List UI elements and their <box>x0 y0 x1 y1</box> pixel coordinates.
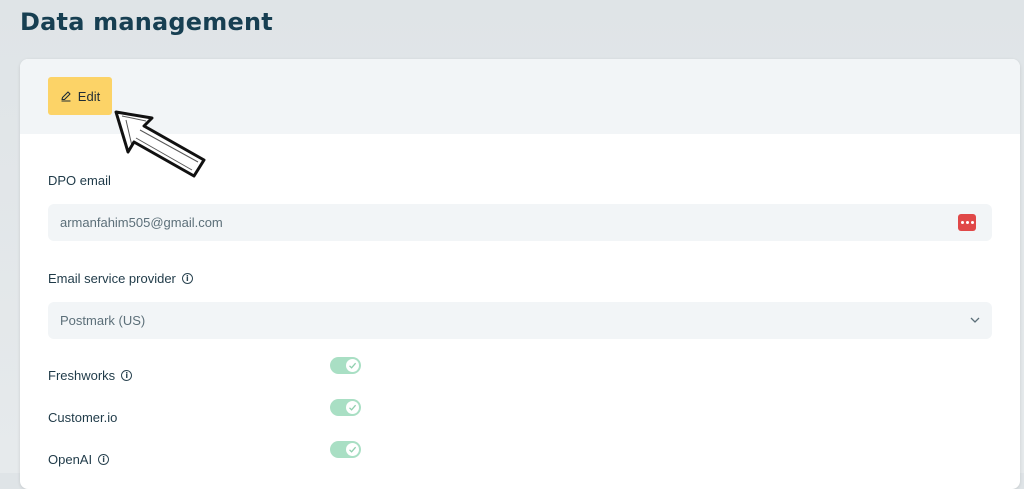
arrow-icon <box>114 110 206 178</box>
edit-button-label: Edit <box>77 88 101 104</box>
dpo-email-label-text: DPO email <box>48 173 111 188</box>
page-title: Data management <box>20 8 273 36</box>
dots-badge-icon[interactable] <box>958 214 976 231</box>
dpo-email-field[interactable]: armanfahim505@gmail.com <box>48 204 992 241</box>
email-provider-label-text: Email service provider <box>48 271 176 286</box>
pencil-icon <box>61 91 71 102</box>
toggle-customerio[interactable] <box>330 399 361 416</box>
check-icon <box>346 443 359 456</box>
info-icon[interactable]: i <box>181 273 193 284</box>
integration-label-text: Freshworks <box>48 368 116 383</box>
integration-label-text: Customer.io <box>48 410 118 425</box>
toggle-freshworks[interactable] <box>330 357 361 374</box>
integration-label-customerio: Customer.io <box>48 410 117 425</box>
chevron-down-icon <box>970 317 980 323</box>
integration-label-openai: OpenAI i <box>48 452 110 467</box>
check-icon <box>346 401 359 414</box>
dpo-email-value: armanfahim505@gmail.com <box>60 215 223 230</box>
email-provider-value: Postmark (US) <box>60 313 146 328</box>
email-provider-label: Email service provider i <box>48 271 193 286</box>
info-icon[interactable]: i <box>121 370 133 381</box>
edit-button[interactable]: Edit <box>48 77 112 115</box>
integration-label-text: OpenAI <box>48 452 93 467</box>
check-icon <box>346 359 359 372</box>
email-provider-select[interactable]: Postmark (US) <box>48 302 992 339</box>
info-icon[interactable]: i <box>98 454 110 465</box>
dpo-email-label: DPO email <box>48 173 111 188</box>
toggle-openai[interactable] <box>330 441 361 458</box>
integration-label-freshworks: Freshworks i <box>48 368 133 383</box>
